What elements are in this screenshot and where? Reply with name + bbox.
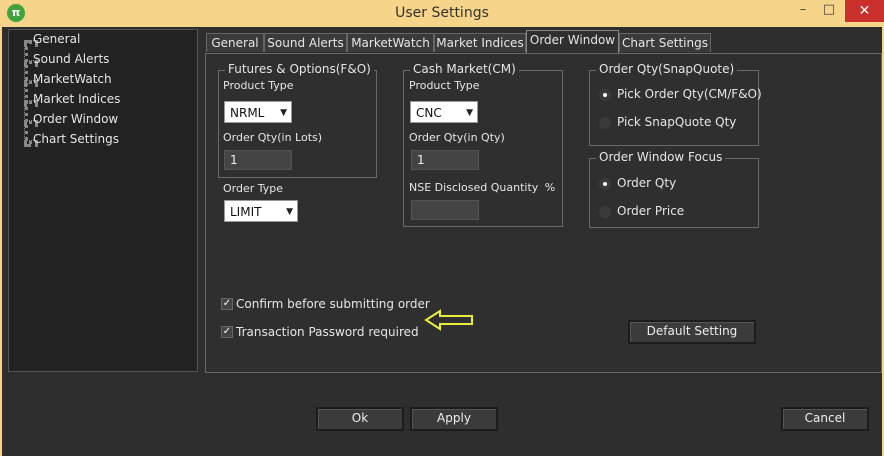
tab-market-indices[interactable]: Market Indices [434, 33, 526, 52]
sidebar-item-marketwatch[interactable]: MarketWatch [33, 72, 112, 86]
radio-selected-icon [599, 178, 611, 190]
cm-order-qty-label: Order Qty(in Qty) [409, 131, 505, 144]
cm-disclosed-qty-label: NSE Disclosed Quantity % [409, 181, 555, 194]
sidebar-item-general[interactable]: General [33, 32, 80, 46]
focus-group-title: Order Window Focus [596, 150, 726, 164]
settings-tree: General Sound Alerts MarketWatch Market … [8, 29, 198, 372]
snapquote-group-title: Order Qty(SnapQuote) [596, 62, 738, 76]
fno-order-type-label: Order Type [223, 182, 284, 195]
fno-product-type-value: NRML [230, 106, 265, 120]
fno-order-type-select[interactable]: LIMIT ▼ [224, 200, 298, 222]
cm-product-type-select[interactable]: CNC ▼ [410, 101, 478, 123]
radio-label: Order Qty [617, 176, 677, 190]
radio-label: Order Price [617, 204, 685, 218]
tab-general[interactable]: General [206, 33, 264, 52]
fno-group-title: Futures & Options(F&O) [225, 62, 374, 76]
sidebar-item-market-indices[interactable]: Market Indices [33, 92, 120, 106]
checkbox-checked-icon: ✓ [221, 298, 233, 310]
cm-disclosed-qty-unit: % [544, 181, 556, 194]
checkbox-label: Confirm before submitting order [236, 297, 430, 311]
snapquote-group: Order Qty(SnapQuote) [589, 62, 759, 146]
ok-button[interactable]: Ok [316, 407, 404, 431]
chevron-down-icon: ▼ [466, 108, 473, 118]
cm-group-title: Cash Market(CM) [410, 62, 519, 76]
tree-connector [24, 40, 28, 147]
tab-chart-settings[interactable]: Chart Settings [619, 33, 711, 52]
radio-unselected-icon [599, 206, 611, 218]
radio-selected-icon [599, 89, 611, 101]
cm-product-type-label: Product Type [409, 79, 480, 92]
fno-order-type-value: LIMIT [230, 205, 262, 219]
radio-label: Pick SnapQuote Qty [617, 115, 737, 129]
sidebar-item-sound-alerts[interactable]: Sound Alerts [33, 52, 109, 66]
order-window-panel: Futures & Options(F&O) Product Type NRML… [205, 53, 882, 373]
fno-product-type-label: Product Type [223, 79, 294, 92]
fno-product-type-select[interactable]: NRML ▼ [224, 101, 292, 123]
tab-order-window[interactable]: Order Window [526, 30, 619, 53]
radio-label: Pick Order Qty(CM/F&O) [617, 87, 762, 101]
minimize-icon[interactable]: – [790, 0, 816, 22]
chevron-down-icon: ▼ [280, 108, 287, 118]
sidebar-item-order-window[interactable]: Order Window [33, 112, 118, 126]
fno-order-qty-input[interactable]: 1 [224, 150, 292, 170]
window-title: User Settings [395, 5, 489, 21]
cancel-button[interactable]: Cancel [781, 407, 869, 431]
cm-disclosed-qty-text: NSE Disclosed Quantity [409, 181, 539, 194]
tab-sound-alerts[interactable]: Sound Alerts [264, 33, 347, 52]
close-icon[interactable]: ✕ [845, 0, 884, 22]
cm-product-type-value: CNC [416, 106, 442, 120]
default-setting-button[interactable]: Default Setting [628, 320, 756, 344]
cm-disclosed-qty-input[interactable] [411, 200, 479, 220]
tab-marketwatch[interactable]: MarketWatch [347, 33, 434, 52]
fno-order-qty-label: Order Qty(in Lots) [223, 131, 323, 144]
cm-order-qty-input[interactable]: 1 [411, 150, 479, 170]
checkbox-checked-icon: ✓ [221, 326, 233, 338]
maximize-icon[interactable]: □ [816, 0, 842, 22]
checkbox-label: Transaction Password required [236, 325, 419, 339]
radio-unselected-icon [599, 117, 611, 129]
apply-button[interactable]: Apply [410, 407, 498, 431]
arrow-left-annotation-icon [424, 309, 473, 331]
sidebar-item-chart-settings[interactable]: Chart Settings [33, 132, 119, 146]
title-bar: π User Settings – □ ✕ [0, 0, 884, 27]
chevron-down-icon: ▼ [286, 207, 293, 217]
